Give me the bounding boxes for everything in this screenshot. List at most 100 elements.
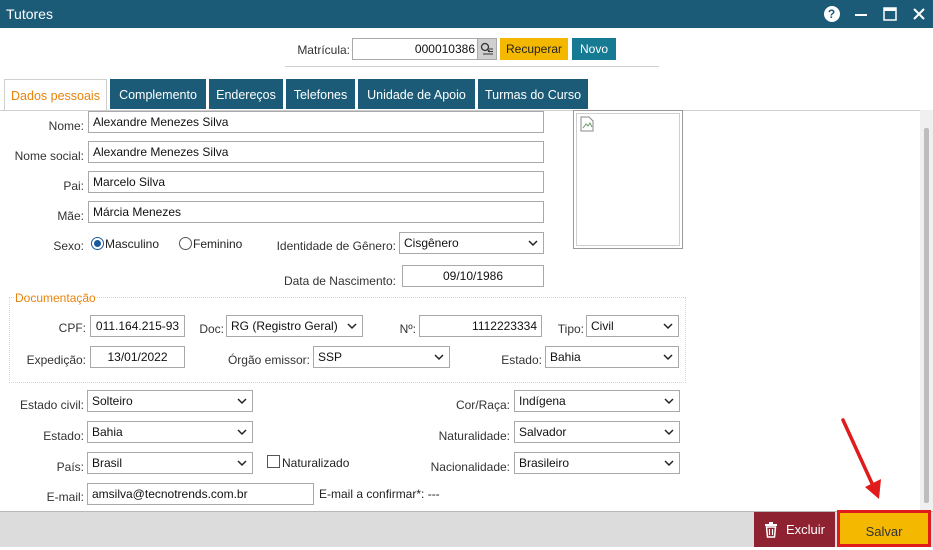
nacionalidade-label: Nacionalidade: <box>430 460 510 474</box>
pais-label: País: <box>56 460 84 474</box>
mae-label: Mãe: <box>57 209 84 223</box>
masculino-label: Masculino <box>105 237 160 251</box>
numero-input[interactable]: 1112223334 <box>419 315 542 337</box>
mae-input[interactable]: Márcia Menezes <box>88 201 544 223</box>
matricula-label: Matrícula: <box>297 43 350 57</box>
tab-turmas-do-curso[interactable]: Turmas do Curso <box>478 79 588 109</box>
doc-estado-select[interactable]: Bahia <box>545 346 679 368</box>
masculino-radio[interactable] <box>91 237 104 250</box>
doc-label: Doc: <box>199 322 224 336</box>
title-bar: Tutores ? <box>0 0 933 28</box>
pai-label: Pai: <box>63 179 84 193</box>
doc-value: RG (Registro Geral) <box>231 319 338 333</box>
nacionalidade-select[interactable]: Brasileiro <box>514 452 680 474</box>
feminino-label: Feminino <box>193 237 243 251</box>
naturalidade-select[interactable]: Salvador <box>514 421 680 443</box>
email-input[interactable]: amsilva@tecnotrends.com.br <box>87 483 314 505</box>
tab-enderecos[interactable]: Endereços <box>209 79 283 109</box>
window-title: Tutores <box>6 6 53 22</box>
tab-complemento[interactable]: Complemento <box>110 79 206 109</box>
cor-raca-label: Cor/Raça: <box>455 398 510 412</box>
tipo-label: Tipo: <box>557 322 584 336</box>
feminino-radio[interactable] <box>179 237 192 250</box>
minimize-icon <box>854 14 867 16</box>
chevron-down-icon <box>664 429 674 436</box>
naturalidade-value: Salvador <box>519 425 567 439</box>
estado-label: Estado: <box>43 429 84 443</box>
orgao-emissor-value: SSP <box>318 350 343 364</box>
estado-value: Bahia <box>92 425 123 439</box>
recuperar-button[interactable]: Recuperar <box>500 38 568 60</box>
help-button[interactable]: ? <box>817 0 846 28</box>
estado-civil-select[interactable]: Solteiro <box>87 390 253 412</box>
tab-telefones[interactable]: Telefones <box>286 79 355 109</box>
pai-input[interactable]: Marcelo Silva <box>88 171 544 193</box>
estado-civil-label: Estado civil: <box>19 398 84 412</box>
chevron-down-icon <box>237 429 247 436</box>
trash-icon <box>764 521 777 538</box>
data-nascimento-input[interactable]: 09/10/1986 <box>402 265 544 287</box>
sexo-label: Sexo: <box>53 239 84 253</box>
photo-frame[interactable] <box>573 110 683 249</box>
search-list-icon <box>480 42 493 55</box>
header-divider <box>285 66 659 67</box>
novo-button[interactable]: Novo <box>572 38 616 60</box>
tipo-select[interactable]: Civil <box>586 315 679 337</box>
excluir-button[interactable]: Excluir <box>754 512 835 547</box>
scrollbar-thumb[interactable] <box>924 128 929 503</box>
matricula-input[interactable]: 000010386 <box>352 38 478 60</box>
pais-select[interactable]: Brasil <box>87 452 253 474</box>
naturalizado-checkbox[interactable] <box>267 455 280 468</box>
chevron-down-icon <box>664 398 674 405</box>
lookup-button[interactable] <box>477 38 497 60</box>
nome-social-input[interactable]: Alexandre Menezes Silva <box>88 141 544 163</box>
doc-estado-label: Estado: <box>501 353 542 367</box>
maximize-icon <box>882 7 897 21</box>
naturalidade-label: Naturalidade: <box>438 429 510 443</box>
chevron-down-icon <box>347 323 357 330</box>
nome-social-label: Nome social: <box>14 149 84 163</box>
expedicao-input[interactable]: 13/01/2022 <box>90 346 185 368</box>
documentacao-title: Documentação <box>14 291 97 305</box>
cpf-label: CPF: <box>58 321 86 335</box>
salvar-button[interactable]: Salvar <box>837 510 931 547</box>
close-icon <box>912 8 925 20</box>
photo-inner-frame <box>576 113 680 246</box>
chevron-down-icon <box>434 354 444 361</box>
estado-civil-value: Solteiro <box>92 394 133 408</box>
excluir-label: Excluir <box>785 522 825 537</box>
expedicao-label: Expedição: <box>26 353 86 367</box>
identidade-genero-value: Cisgênero <box>404 236 459 250</box>
orgao-emissor-select[interactable]: SSP <box>313 346 450 368</box>
naturalizado-label: Naturalizado <box>282 456 350 470</box>
nome-label: Nome: <box>48 119 84 133</box>
cpf-input[interactable]: 011.164.215-93 <box>90 315 185 337</box>
maximize-button[interactable] <box>875 0 904 28</box>
chevron-down-icon <box>663 354 673 361</box>
tab-dados-pessoais[interactable]: Dados pessoais <box>4 79 107 110</box>
doc-select[interactable]: RG (Registro Geral) <box>226 315 363 337</box>
pais-value: Brasil <box>92 456 123 470</box>
broken-image-icon <box>580 116 594 132</box>
nome-input[interactable]: Alexandre Menezes Silva <box>88 111 544 133</box>
orgao-emissor-label: Órgão emissor: <box>227 353 310 367</box>
chevron-down-icon <box>237 398 247 405</box>
close-button[interactable] <box>904 0 933 28</box>
chevron-down-icon <box>237 460 247 467</box>
nacionalidade-value: Brasileiro <box>519 456 570 470</box>
identidade-genero-select[interactable]: Cisgênero <box>399 232 544 254</box>
numero-label: Nº: <box>399 322 416 336</box>
chevron-down-icon <box>664 460 674 467</box>
help-icon: ? <box>823 6 840 22</box>
identidade-genero-label: Identidade de Gênero: <box>276 239 396 253</box>
annotation-arrow-icon <box>841 418 881 499</box>
minimize-button[interactable] <box>846 0 875 28</box>
estado-select[interactable]: Bahia <box>87 421 253 443</box>
chevron-down-icon <box>528 240 538 247</box>
chevron-down-icon <box>663 323 673 330</box>
tab-unidade-de-apoio[interactable]: Unidade de Apoio <box>358 79 475 109</box>
data-nascimento-label: Data de Nascimento: <box>283 274 396 288</box>
email-confirmar-text: E-mail a confirmar*: --- <box>319 487 440 501</box>
cor-raca-value: Indígena <box>519 394 566 408</box>
cor-raca-select[interactable]: Indígena <box>514 390 680 412</box>
